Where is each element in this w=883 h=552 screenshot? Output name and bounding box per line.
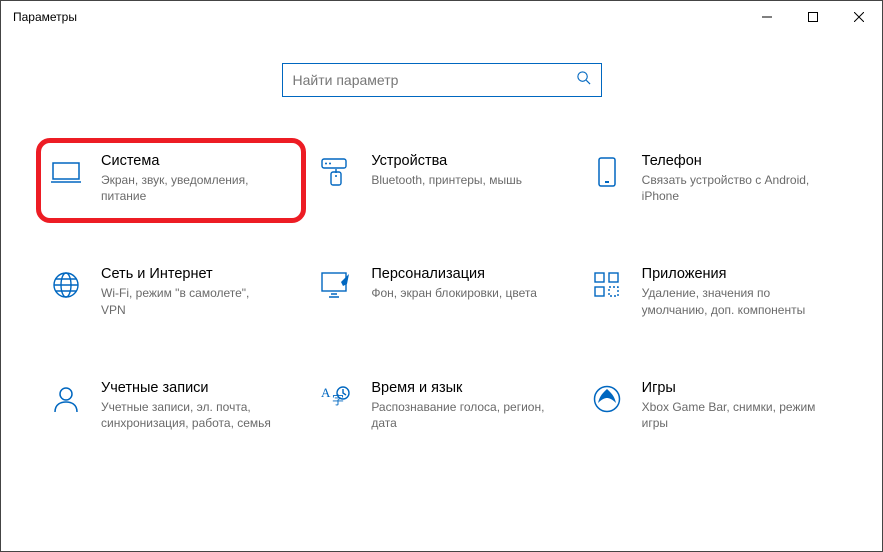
tile-title: Игры [642, 380, 834, 396]
tile-personalization[interactable]: Персонализация Фон, экран блокировки, цв… [311, 260, 571, 323]
tile-desc: Wi-Fi, режим "в самолете", VPN [101, 285, 276, 317]
tile-title: Приложения [642, 266, 834, 282]
content-area: Система Экран, звук, уведомления, питани… [1, 33, 882, 437]
titlebar: Параметры [1, 1, 882, 33]
devices-icon [319, 155, 353, 189]
maximize-icon [808, 12, 818, 22]
phone-icon [590, 155, 624, 189]
accounts-icon [49, 382, 83, 416]
tile-text: Игры Xbox Game Bar, снимки, режим игры [642, 380, 834, 431]
tile-desc: Удаление, значения по умолчанию, доп. ко… [642, 285, 817, 317]
tile-desc: Экран, звук, уведомления, питание [101, 172, 276, 204]
tile-desc: Учетные записи, эл. почта, синхронизация… [101, 399, 276, 431]
tile-text: Время и язык Распознавание голоса, регио… [371, 380, 563, 431]
tile-title: Система [101, 153, 293, 169]
maximize-button[interactable] [790, 1, 836, 33]
settings-window: Параметры [0, 0, 883, 552]
tile-gaming[interactable]: Игры Xbox Game Bar, снимки, режим игры [582, 374, 842, 437]
tile-title: Устройства [371, 153, 563, 169]
search-container [1, 63, 882, 97]
tile-title: Время и язык [371, 380, 563, 396]
tile-text: Сеть и Интернет Wi-Fi, режим "в самолете… [101, 266, 293, 317]
tile-desc: Xbox Game Bar, снимки, режим игры [642, 399, 817, 431]
network-icon [49, 268, 83, 302]
apps-icon [590, 268, 624, 302]
close-button[interactable] [836, 1, 882, 33]
window-title: Параметры [13, 10, 77, 24]
tile-text: Устройства Bluetooth, принтеры, мышь [371, 153, 563, 188]
tile-accounts[interactable]: Учетные записи Учетные записи, эл. почта… [41, 374, 301, 437]
tile-apps[interactable]: Приложения Удаление, значения по умолчан… [582, 260, 842, 323]
search-box[interactable] [282, 63, 602, 97]
personalization-icon [319, 268, 353, 302]
tile-title: Учетные записи [101, 380, 293, 396]
tile-desc: Связать устройство с Android, iPhone [642, 172, 817, 204]
settings-grid: Система Экран, звук, уведомления, питани… [1, 97, 882, 437]
tile-desc: Распознавание голоса, регион, дата [371, 399, 546, 431]
window-controls [744, 1, 882, 33]
tile-text: Персонализация Фон, экран блокировки, цв… [371, 266, 563, 301]
tile-desc: Фон, экран блокировки, цвета [371, 285, 546, 301]
search-icon [576, 70, 591, 90]
tile-text: Приложения Удаление, значения по умолчан… [642, 266, 834, 317]
tile-text: Телефон Связать устройство с Android, iP… [642, 153, 834, 204]
tile-devices[interactable]: Устройства Bluetooth, принтеры, мышь [311, 147, 571, 210]
tile-phone[interactable]: Телефон Связать устройство с Android, iP… [582, 147, 842, 210]
close-icon [854, 12, 864, 22]
gaming-icon [590, 382, 624, 416]
time-language-icon: A字 [319, 382, 353, 416]
tile-time-language[interactable]: A字 Время и язык Распознавание голоса, ре… [311, 374, 571, 437]
minimize-button[interactable] [744, 1, 790, 33]
system-icon [49, 155, 83, 189]
tile-title: Телефон [642, 153, 834, 169]
tile-network[interactable]: Сеть и Интернет Wi-Fi, режим "в самолете… [41, 260, 301, 323]
search-input[interactable] [293, 72, 576, 88]
tile-title: Персонализация [371, 266, 563, 282]
tile-system[interactable]: Система Экран, звук, уведомления, питани… [36, 138, 306, 223]
tile-text: Учетные записи Учетные записи, эл. почта… [101, 380, 293, 431]
tile-text: Система Экран, звук, уведомления, питани… [101, 153, 293, 204]
minimize-icon [762, 12, 772, 22]
svg-text:A: A [321, 385, 331, 400]
tile-desc: Bluetooth, принтеры, мышь [371, 172, 546, 188]
tile-title: Сеть и Интернет [101, 266, 293, 282]
